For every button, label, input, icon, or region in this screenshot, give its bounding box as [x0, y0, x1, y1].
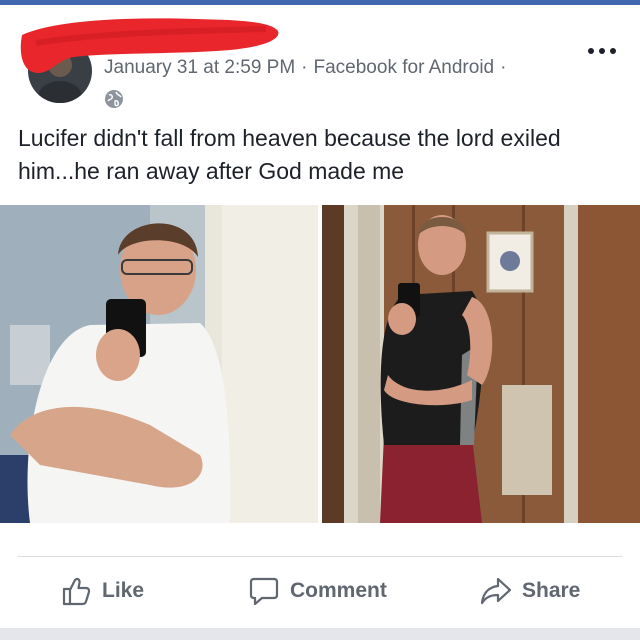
globe-icon	[105, 90, 123, 108]
comment-label: Comment	[290, 579, 387, 602]
photo-selfie-white-shirt[interactable]	[0, 205, 318, 523]
post-source: Facebook for Android	[313, 57, 495, 78]
like-button[interactable]: Like	[60, 566, 144, 616]
thumbs-up-icon	[62, 577, 91, 606]
actions-divider	[18, 556, 622, 557]
post-timestamp[interactable]: January 31 at 2:59 PM	[104, 57, 295, 78]
like-label: Like	[102, 579, 145, 602]
share-arrow-icon	[480, 577, 512, 605]
more-options-icon[interactable]	[582, 43, 622, 59]
post-actions: Like Comment Share	[0, 566, 640, 616]
post-meta: January 31 at 2:59 PM · Facebook for Andro…	[104, 57, 507, 78]
post-text: Lucifer didn't fall from heaven because …	[18, 125, 561, 184]
comment-button[interactable]: Comment	[248, 566, 387, 616]
share-button[interactable]: Share	[480, 566, 580, 616]
comment-icon	[249, 577, 279, 606]
post-photos	[0, 205, 640, 523]
photo-mirror-selfie-tank-top[interactable]	[322, 205, 640, 523]
feed-separator	[0, 628, 640, 640]
share-label: Share	[522, 579, 581, 602]
post-header: January 31 at 2:59 PM · Facebook for Andro…	[0, 5, 640, 110]
